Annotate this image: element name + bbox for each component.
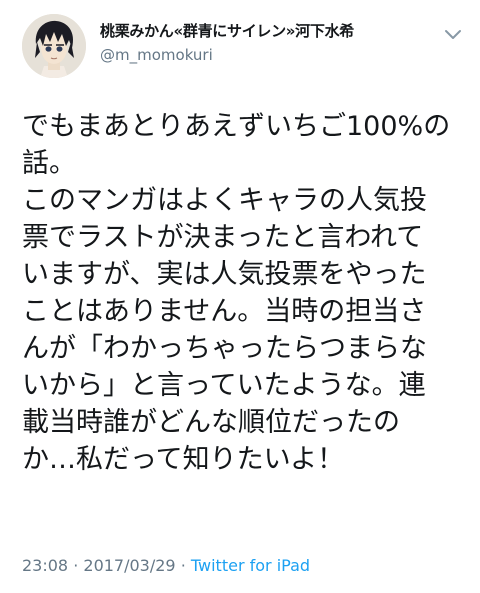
tweet-text-line: 話。 [22,148,76,179]
display-name[interactable]: 桃栗みかん«群青にサイレン»河下水希 [100,20,354,41]
tweet-text: でもまあとりあえずいちご100%の 話。 このマンガはよくキャラの人気投 票でラ… [22,108,462,478]
tweet-text-line: でもまあとりあえずいちご100%の [22,111,451,142]
tweet-card: 桃栗みかん«群青にサイレン»河下水希 @m_momokuri でもまあとりあえず… [0,0,480,593]
tweet-text-line: いますが、実は人気投票をやった [22,259,427,290]
chevron-down-icon[interactable] [444,26,462,39]
tweet-time[interactable]: 23:08 [22,556,68,575]
tweet-text-line: 票でラストが決まったと言われて [22,222,424,253]
user-handle[interactable]: @m_momokuri [100,46,213,64]
tweet-text-line: んが「わかっちゃったらつまらな [22,333,427,364]
tweet-text-line: 載当時誰がどんな順位だったの [22,407,400,438]
tweet-source-link[interactable]: Twitter for iPad [191,556,310,575]
tweet-text-line: このマンガはよくキャラの人気投 [22,185,427,216]
tweet-meta: 23:08 · 2017/03/29 · Twitter for iPad [22,556,310,575]
meta-separator: · [180,556,186,575]
tweet-date[interactable]: 2017/03/29 [83,556,175,575]
tweet-text-line: か…私だって知りたいよ！ [22,444,345,475]
avatar[interactable] [22,14,86,78]
meta-separator: · [73,556,79,575]
tweet-text-line: ことはありません。当時の担当さ [22,296,427,327]
tweet-text-line: いから」と言っていたような。連 [22,370,426,401]
avatar-image [22,14,86,78]
